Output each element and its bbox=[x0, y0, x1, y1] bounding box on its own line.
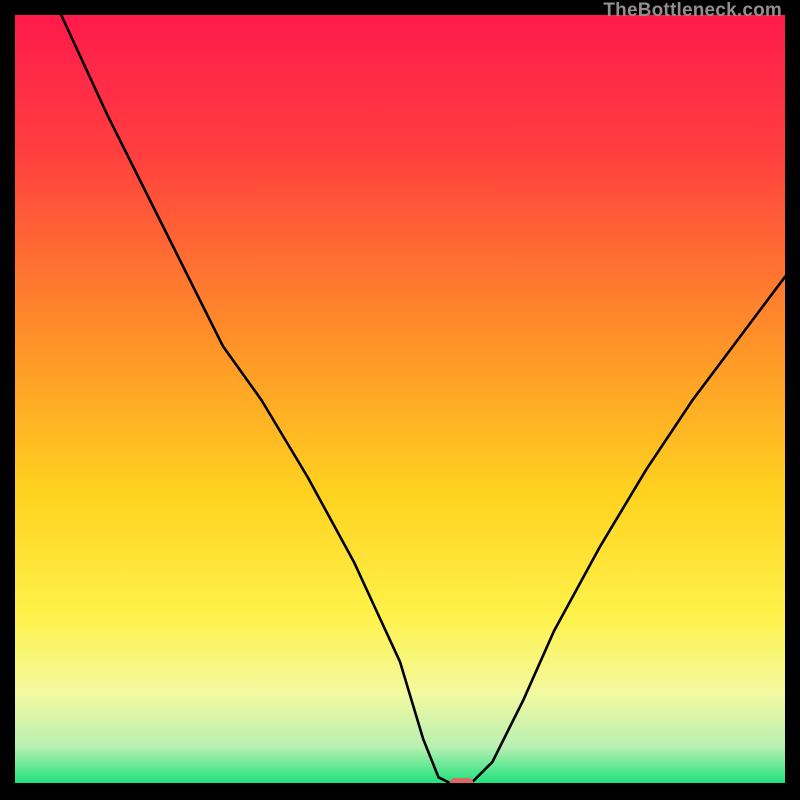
bottleneck-chart bbox=[15, 15, 785, 785]
gradient-background bbox=[15, 15, 785, 785]
chart-frame: TheBottleneck.com bbox=[0, 0, 800, 800]
watermark-text: TheBottleneck.com bbox=[603, 0, 782, 22]
